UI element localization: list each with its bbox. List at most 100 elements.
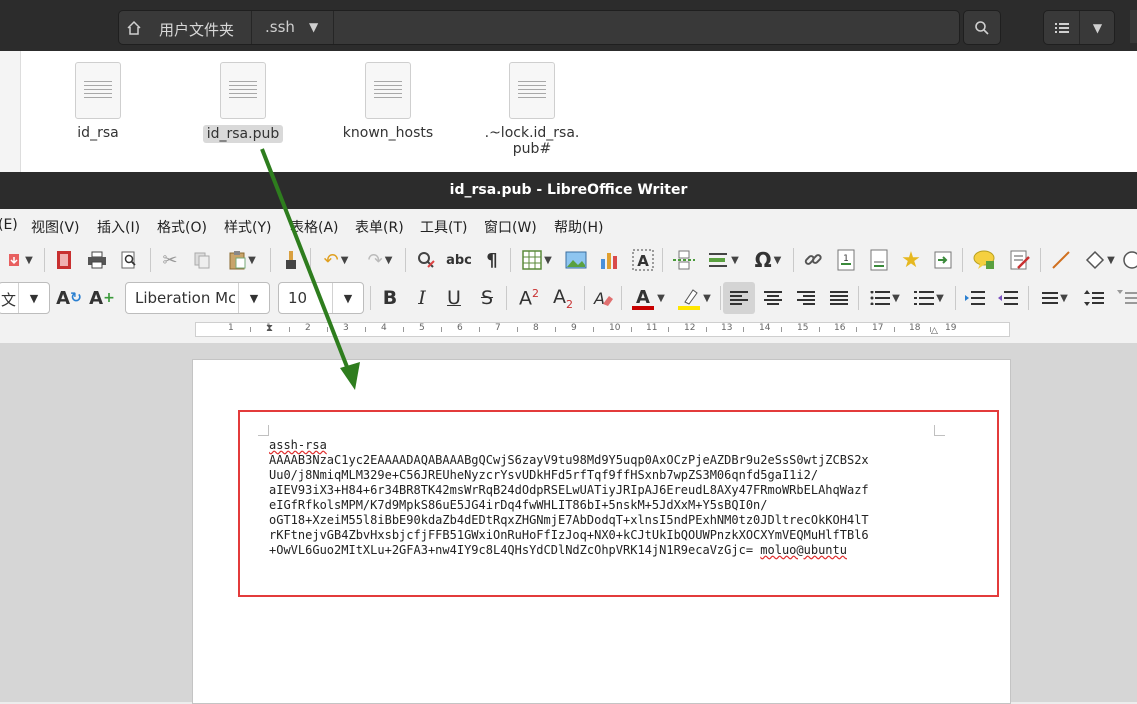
omega-icon: Ω: [754, 248, 772, 272]
update-style-button[interactable]: A ↻: [55, 285, 83, 311]
insert-textbox-button[interactable]: A: [630, 247, 656, 273]
right-indent-marker[interactable]: △: [931, 326, 938, 336]
text-file-icon: [75, 62, 121, 119]
align-right-icon: [797, 291, 815, 305]
insert-footnote-button[interactable]: 1: [833, 247, 859, 273]
menu-edit[interactable]: (E): [0, 217, 18, 233]
file-item-id-rsa-pub[interactable]: id_rsa.pub: [173, 62, 313, 143]
ruler-number: 2: [305, 323, 311, 333]
align-right-button[interactable]: [792, 285, 820, 311]
menu-insert[interactable]: 插入(I): [97, 217, 140, 237]
align-left-button[interactable]: [723, 282, 755, 314]
home-button[interactable]: [119, 11, 149, 44]
copy-button[interactable]: [190, 247, 214, 273]
insert-page-break-button[interactable]: [670, 247, 698, 273]
align-center-button[interactable]: [759, 285, 787, 311]
insert-table-button[interactable]: ▼: [517, 247, 557, 273]
paragraph-style-combo[interactable]: 文 ▼: [0, 282, 50, 314]
strikethrough-button[interactable]: S: [474, 285, 500, 311]
chevron-down-icon[interactable]: ▼: [238, 283, 269, 313]
menu-form[interactable]: 表单(R): [355, 217, 404, 237]
breadcrumb-home[interactable]: 用户文件夹: [159, 19, 234, 40]
ordered-list-button[interactable]: ▼: [908, 285, 950, 311]
print-button[interactable]: [85, 247, 109, 273]
print-preview-button[interactable]: [117, 247, 141, 273]
underline-button[interactable]: U: [441, 285, 467, 311]
insert-chart-button[interactable]: [596, 247, 622, 273]
menu-bar: (E) 视图(V) 插入(I) 格式(O) 样式(Y) 表格(A) 表单(R) …: [0, 209, 1137, 241]
menu-format[interactable]: 格式(O): [157, 217, 207, 237]
subscript-button[interactable]: A2: [548, 285, 578, 311]
font-size-combo[interactable]: 10 ▼: [278, 282, 364, 314]
ruler-tick: [365, 327, 366, 332]
line-spacing-button[interactable]: ▼: [1034, 285, 1076, 311]
find-replace-button[interactable]: [413, 247, 439, 273]
insert-comment-button[interactable]: [970, 247, 998, 273]
save-button[interactable]: ▼: [0, 247, 40, 273]
font-name-combo[interactable]: Liberation Mc ▼: [125, 282, 270, 314]
search-button[interactable]: [963, 10, 1001, 45]
insert-line-button[interactable]: [1048, 247, 1074, 273]
spelling-button[interactable]: abc: [445, 247, 473, 273]
chevron-down-icon[interactable]: ▼: [332, 283, 363, 313]
file-item-known-hosts[interactable]: known_hosts: [318, 62, 458, 141]
file-name: known_hosts: [342, 125, 434, 141]
redo-button[interactable]: ↷ ▼: [360, 247, 400, 273]
export-pdf-button[interactable]: [52, 247, 76, 273]
ruler-number: 1: [228, 323, 234, 333]
svg-text:A: A: [636, 287, 650, 308]
menu-help[interactable]: 帮助(H): [554, 217, 603, 237]
horizontal-ruler[interactable]: 1 1 2 3 4 5 6 7 8 9 10 11 12 13 14 15 16 17 18 19 ⧗ △: [195, 322, 1010, 337]
unordered-list-button[interactable]: ▼: [864, 285, 906, 311]
menu-styles[interactable]: 样式(Y): [224, 217, 271, 237]
breadcrumb-divider: [251, 11, 252, 44]
track-changes-button[interactable]: [1006, 247, 1034, 273]
chevron-down-icon[interactable]: ▼: [309, 20, 318, 34]
italic-button[interactable]: I: [409, 285, 435, 311]
bold-button[interactable]: B: [377, 285, 403, 311]
symbol-shapes-button[interactable]: [1122, 247, 1137, 273]
list-view-button[interactable]: [1044, 11, 1079, 44]
new-style-button[interactable]: A +: [88, 285, 116, 311]
formatting-marks-button[interactable]: ¶: [480, 247, 504, 273]
increase-indent-button[interactable]: [961, 285, 989, 311]
view-menu-button[interactable]: ▼: [1080, 11, 1115, 44]
clone-formatting-button[interactable]: [278, 247, 304, 273]
insert-hyperlink-button[interactable]: [800, 247, 826, 273]
decrease-indent-button[interactable]: [994, 285, 1022, 311]
decrease-paragraph-spacing-button[interactable]: [1113, 285, 1137, 311]
highlight-color-button[interactable]: ▼: [673, 285, 715, 311]
eraser-icon: A: [593, 289, 613, 308]
textbox-icon: A: [632, 249, 654, 271]
clipboard-icon: [229, 251, 246, 270]
file-item-lock-file[interactable]: .~lock.id_rsa. pub#: [462, 62, 602, 157]
insert-field-button[interactable]: ▼: [702, 247, 744, 273]
undo-button[interactable]: ↶ ▼: [316, 247, 356, 273]
paste-button[interactable]: ▼: [222, 247, 262, 273]
menu-table[interactable]: 表格(A): [290, 217, 339, 237]
ruler-tick: [668, 327, 669, 332]
insert-endnote-button[interactable]: [866, 247, 892, 273]
menu-view[interactable]: 视图(V): [31, 217, 80, 237]
superscript-button[interactable]: A2: [514, 285, 544, 311]
basic-shapes-button[interactable]: ▼: [1080, 247, 1120, 273]
insert-bookmark-button[interactable]: ★: [898, 247, 924, 273]
font-color-button[interactable]: A ▼: [627, 285, 669, 311]
insert-special-character-button[interactable]: Ω ▼: [748, 247, 788, 273]
font-size-value: 10: [288, 289, 308, 307]
insert-cross-reference-button[interactable]: [930, 247, 956, 273]
insert-image-button[interactable]: [563, 247, 589, 273]
justify-button[interactable]: [825, 285, 853, 311]
ruler-number: 15: [797, 323, 809, 333]
breadcrumb-current[interactable]: .ssh: [265, 18, 295, 36]
more-button[interactable]: [1130, 10, 1137, 43]
cut-button[interactable]: ✂: [158, 247, 182, 273]
menu-window[interactable]: 窗口(W): [484, 217, 537, 237]
menu-tools[interactable]: 工具(T): [420, 217, 467, 237]
increase-paragraph-spacing-button[interactable]: [1080, 285, 1108, 311]
left-indent-marker[interactable]: ⧗: [266, 323, 273, 334]
clear-formatting-button[interactable]: A: [590, 285, 616, 311]
file-item-id-rsa[interactable]: id_rsa: [28, 62, 168, 141]
star-icon: ★: [901, 247, 921, 273]
chevron-down-icon[interactable]: ▼: [18, 283, 49, 313]
